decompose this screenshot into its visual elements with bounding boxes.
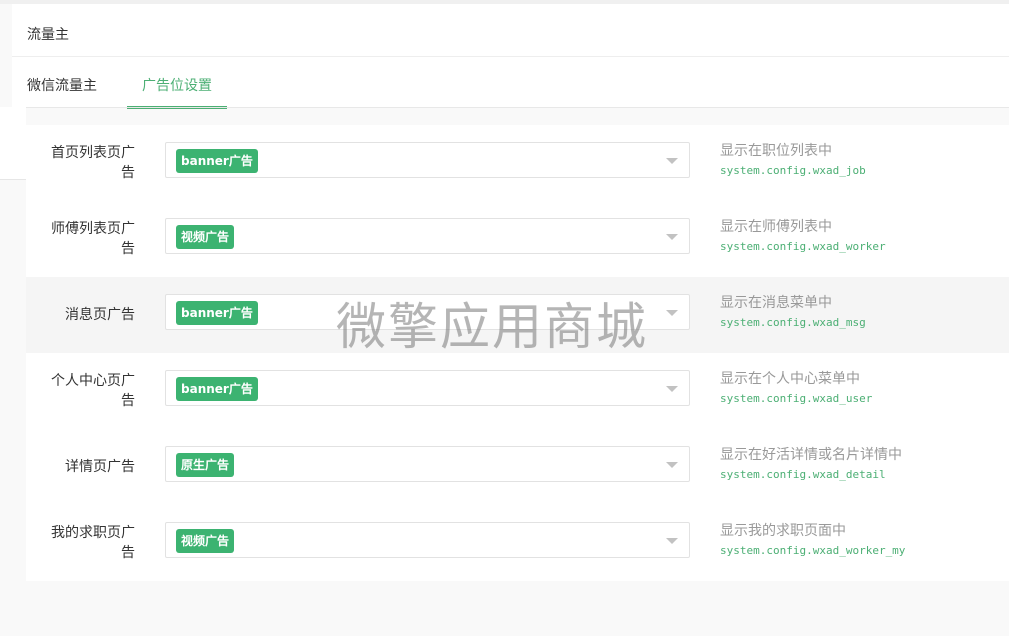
config-key: system.config.wxad_job — [720, 164, 866, 177]
help-text: 显示在个人中心菜单中 — [720, 371, 860, 387]
selected-tag: 视频广告 — [176, 529, 235, 553]
form-row-worker-list-ad: 师傅列表页广告 视频广告 显示在师傅列表中 system.config.wxad… — [26, 201, 1009, 277]
selected-tag: 视频广告 — [176, 225, 235, 249]
chevron-down-icon — [666, 386, 678, 392]
left-stub — [0, 107, 26, 180]
selected-tag: banner广告 — [176, 301, 258, 325]
detail-ad-select[interactable]: 原生广告 — [165, 446, 690, 482]
help-block: 显示在师傅列表中 system.config.wxad_worker — [720, 217, 886, 257]
row-label: 个人中心页广告 — [51, 373, 135, 409]
tab-ad-settings[interactable]: 广告位设置 — [127, 66, 227, 109]
help-block: 显示我的求职页面中 system.config.wxad_worker_my — [720, 521, 905, 561]
config-key: system.config.wxad_user — [720, 392, 873, 405]
home-list-ad-select[interactable]: banner广告 — [165, 142, 690, 178]
config-key: system.config.wxad_worker — [720, 240, 886, 253]
my-job-ad-select[interactable]: 视频广告 — [165, 522, 690, 558]
row-label: 师傅列表页广告 — [51, 221, 135, 257]
help-block: 显示在消息菜单中 system.config.wxad_msg — [720, 293, 866, 333]
selected-tag: banner广告 — [176, 149, 258, 173]
help-block: 显示在好活详情或名片详情中 system.config.wxad_detail — [720, 445, 902, 485]
panel-title: 流量主 — [27, 27, 69, 43]
help-text: 显示在职位列表中 — [720, 143, 832, 159]
row-label: 首页列表页广告 — [51, 145, 135, 181]
worker-list-ad-select[interactable]: 视频广告 — [165, 218, 690, 254]
form-row-detail-ad: 详情页广告 原生广告 显示在好活详情或名片详情中 system.config.w… — [26, 429, 1009, 505]
config-key: system.config.wxad_detail — [720, 468, 886, 481]
settings-panel: 流量主 微信流量主 广告位设置 — [12, 4, 1009, 109]
divider — [12, 56, 1009, 57]
user-center-ad-select[interactable]: banner广告 — [165, 370, 690, 406]
form-row-user-center-ad: 个人中心页广告 banner广告 显示在个人中心菜单中 system.confi… — [26, 353, 1009, 429]
form-row-my-job-ad: 我的求职页广告 视频广告 显示我的求职页面中 system.config.wxa… — [26, 505, 1009, 581]
form-row-home-list-ad: 首页列表页广告 banner广告 显示在职位列表中 system.config.… — [26, 125, 1009, 201]
chevron-down-icon — [666, 234, 678, 240]
chevron-down-icon — [666, 158, 678, 164]
selected-tag: 原生广告 — [176, 453, 235, 477]
config-key: system.config.wxad_msg — [720, 316, 866, 329]
config-key: system.config.wxad_worker_my — [720, 544, 906, 557]
help-text: 显示在师傅列表中 — [720, 219, 832, 235]
selected-tag: banner广告 — [176, 377, 258, 401]
tab-bar: 微信流量主 广告位设置 — [12, 66, 1009, 109]
watermark: 微擎应用商城 — [336, 298, 648, 356]
chevron-down-icon — [666, 538, 678, 544]
divider — [12, 107, 1009, 108]
tab-wechat-traffic[interactable]: 微信流量主 — [27, 66, 127, 106]
row-label: 我的求职页广告 — [51, 525, 135, 561]
help-text: 显示在好活详情或名片详情中 — [720, 447, 902, 463]
chevron-down-icon — [666, 462, 678, 468]
help-block: 显示在职位列表中 system.config.wxad_job — [720, 141, 866, 181]
help-text: 显示我的求职页面中 — [720, 523, 846, 539]
chevron-down-icon — [666, 310, 678, 316]
help-block: 显示在个人中心菜单中 system.config.wxad_user — [720, 369, 872, 409]
row-label: 详情页广告 — [65, 459, 135, 475]
help-text: 显示在消息菜单中 — [720, 295, 832, 311]
row-label: 消息页广告 — [65, 307, 135, 323]
